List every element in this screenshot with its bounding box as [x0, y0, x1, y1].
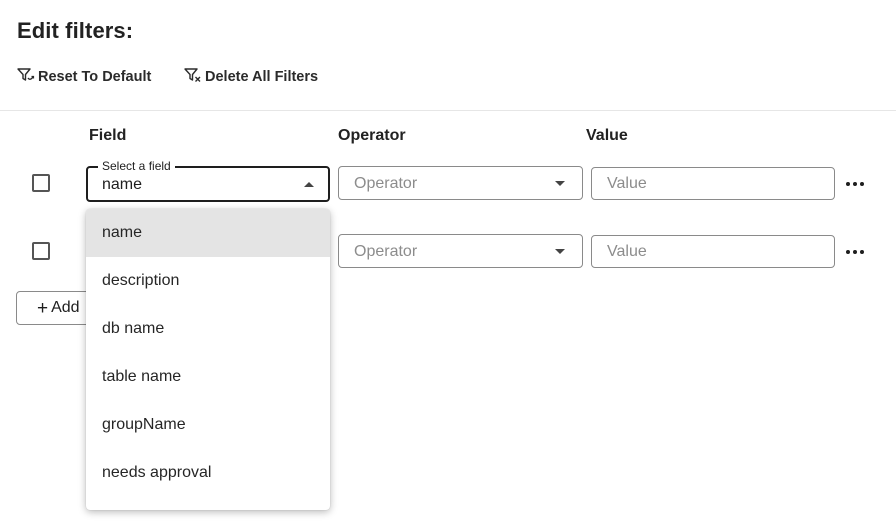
row-1-operator-select[interactable]: Operator: [338, 166, 583, 200]
plus-icon: +: [37, 297, 49, 319]
field-option[interactable]: description: [86, 257, 330, 305]
row-2-more-options-button[interactable]: [846, 243, 864, 261]
more-horizontal-icon-dot: [860, 182, 864, 186]
add-filter-label: Add: [51, 299, 80, 316]
field-options-menu: name description db name table name grou…: [86, 209, 330, 510]
field-select-value: name: [102, 176, 143, 193]
page-title: Edit filters:: [17, 18, 134, 43]
caret-down-icon: [555, 181, 565, 186]
more-horizontal-icon-dot: [860, 250, 864, 254]
edit-filters-panel: Edit filters: Reset To Default Delete Al…: [0, 0, 896, 522]
row-2-operator-select[interactable]: Operator: [338, 234, 583, 268]
row-1-checkbox[interactable]: [32, 174, 50, 192]
row-1-more-options-button[interactable]: [846, 175, 864, 193]
column-header-value: Value: [586, 127, 628, 144]
more-horizontal-icon-dot: [853, 250, 857, 254]
field-option[interactable]: needs approval: [86, 449, 330, 497]
operator-placeholder: Operator: [354, 243, 418, 260]
delete-all-filters-button[interactable]: Delete All Filters: [184, 66, 318, 88]
toolbar-divider: [0, 110, 896, 111]
filter-delete-icon: [184, 67, 205, 87]
more-horizontal-icon: [846, 182, 850, 186]
column-header-operator: Operator: [338, 127, 406, 144]
field-option[interactable]: name: [86, 209, 330, 257]
filter-reset-icon: [17, 67, 38, 87]
row-1-field-select[interactable]: Select a field name: [86, 159, 330, 202]
reset-to-default-button[interactable]: Reset To Default: [17, 66, 151, 88]
more-horizontal-icon-dot: [853, 182, 857, 186]
row-2-checkbox[interactable]: [32, 242, 50, 260]
column-header-field: Field: [89, 127, 127, 144]
caret-up-icon: [304, 182, 314, 187]
caret-down-icon: [555, 249, 565, 254]
field-option[interactable]: db name: [86, 305, 330, 353]
reset-to-default-label: Reset To Default: [38, 69, 152, 85]
row-1-value-input[interactable]: [591, 167, 835, 200]
row-2-value-input[interactable]: [591, 235, 835, 268]
more-horizontal-icon: [846, 250, 850, 254]
delete-all-filters-label: Delete All Filters: [205, 69, 319, 85]
operator-placeholder: Operator: [354, 175, 418, 192]
field-option[interactable]: table name: [86, 353, 330, 401]
field-select-label: Select a field: [98, 159, 175, 173]
field-option[interactable]: groupName: [86, 401, 330, 449]
